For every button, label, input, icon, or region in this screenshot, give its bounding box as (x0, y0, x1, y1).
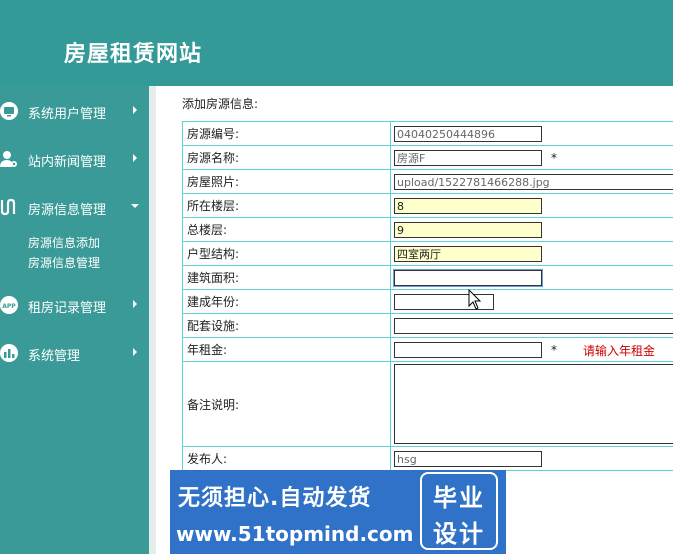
layout-input[interactable]: 四室两厅 (394, 245, 542, 262)
form-row: 房源名称: 房源F * (182, 145, 673, 170)
monitor-icon (0, 102, 18, 120)
field-label: 配套设施: (182, 313, 391, 338)
sidebar-item-label: 系统管理 (28, 349, 81, 364)
required-mark: * (551, 151, 557, 165)
sidebar-item-news[interactable]: 站内新闻管理 (0, 144, 149, 174)
badge-text: 设计 (433, 520, 485, 548)
sidebar-item-system-users[interactable]: 系统用户管理 (0, 96, 149, 126)
sidebar-item-label: 租房记录管理 (28, 301, 107, 316)
sidebar-item-label: 房源信息管理 (28, 203, 107, 218)
bar-chart-icon (0, 344, 18, 362)
chevron-right-icon (130, 346, 140, 358)
chevron-right-icon (130, 298, 140, 310)
banner-badge: 毕业 设计 (420, 472, 498, 550)
chevron-right-icon (130, 152, 140, 164)
app-icon: APP (0, 296, 18, 314)
form-row: 建成年份: (182, 289, 673, 314)
publisher-input[interactable]: hsg (394, 450, 542, 467)
chevron-down-icon (130, 200, 140, 212)
svg-text:APP: APP (2, 303, 16, 310)
sidebar-subitem-add-listing[interactable]: 房源信息添加 (28, 234, 100, 251)
field-label: 所在楼层: (182, 193, 391, 218)
form-row: 配套设施: (182, 313, 673, 338)
field-label: 建成年份: (182, 289, 391, 314)
header: 房屋租赁网站 (0, 0, 673, 86)
mouse-cursor-icon (468, 288, 482, 311)
sidebar-item-label: 站内新闻管理 (28, 155, 107, 170)
total-floors-input[interactable]: 9 (394, 221, 542, 238)
banner-url: www.51topmind.com (176, 522, 414, 546)
floor-input[interactable]: 8 (394, 197, 542, 214)
field-label: 户型结构: (182, 241, 391, 266)
form-row: 年租金: * 请输入年租金 (182, 337, 673, 362)
route-icon (0, 198, 18, 216)
listing-name-input[interactable]: 房源F (394, 149, 542, 166)
form-row: 房源编号: 04040250444896 (182, 121, 673, 146)
watermark-banner: 无须担心.自动发货 www.51topmind.com 毕业 设计 (170, 470, 506, 554)
required-mark: * (551, 343, 557, 357)
field-label: 总楼层: (182, 217, 391, 242)
field-label: 房源名称: (182, 145, 391, 170)
form-row: 建筑面积: (182, 265, 673, 290)
listing-form: 房源编号: 04040250444896 房源名称: 房源F * 房屋照片: up… (182, 121, 673, 471)
field-label: 备注说明: (182, 361, 391, 447)
field-label: 房屋照片: (182, 169, 391, 194)
banner-slogan: 无须担心.自动发货 (178, 486, 372, 511)
content-divider (149, 86, 156, 554)
form-row: 发布人: hsg (182, 446, 673, 471)
field-label: 建筑面积: (182, 265, 391, 290)
photo-path-input[interactable]: upload/1522781466288.jpg (394, 173, 673, 190)
remarks-textarea[interactable] (394, 364, 673, 444)
field-label: 房源编号: (182, 121, 391, 146)
sidebar-subitem-manage-listings[interactable]: 房源信息管理 (28, 254, 100, 271)
sidebar-item-listings[interactable]: 房源信息管理 (0, 192, 149, 222)
chevron-right-icon (130, 104, 140, 116)
area-input[interactable] (394, 269, 542, 286)
form-row: 所在楼层: 8 (182, 193, 673, 218)
page-title: 添加房源信息: (182, 97, 259, 111)
form-row: 备注说明: (182, 361, 673, 447)
badge-text: 毕业 (433, 484, 485, 512)
sidebar-item-rental-records[interactable]: APP 租房记录管理 (0, 290, 149, 320)
facilities-input[interactable] (394, 317, 673, 334)
sidebar-item-label: 系统用户管理 (28, 107, 107, 122)
listing-id-input[interactable]: 04040250444896 (394, 125, 542, 142)
field-label: 年租金: (182, 337, 391, 362)
user-settings-icon (0, 150, 18, 168)
annual-rent-input[interactable] (394, 341, 542, 358)
validation-hint: 请输入年租金 (583, 344, 656, 358)
sidebar-item-system[interactable]: 系统管理 (0, 338, 149, 368)
form-row: 房屋照片: upload/1522781466288.jpg (182, 169, 673, 194)
form-row: 总楼层: 9 (182, 217, 673, 242)
field-label: 发布人: (182, 446, 391, 471)
site-title: 房屋租赁网站 (64, 41, 203, 67)
sidebar: 系统用户管理 站内新闻管理 房源信息管理 房源信息添加 房源信息管理 APP 租… (0, 86, 149, 554)
form-row: 户型结构: 四室两厅 (182, 241, 673, 266)
